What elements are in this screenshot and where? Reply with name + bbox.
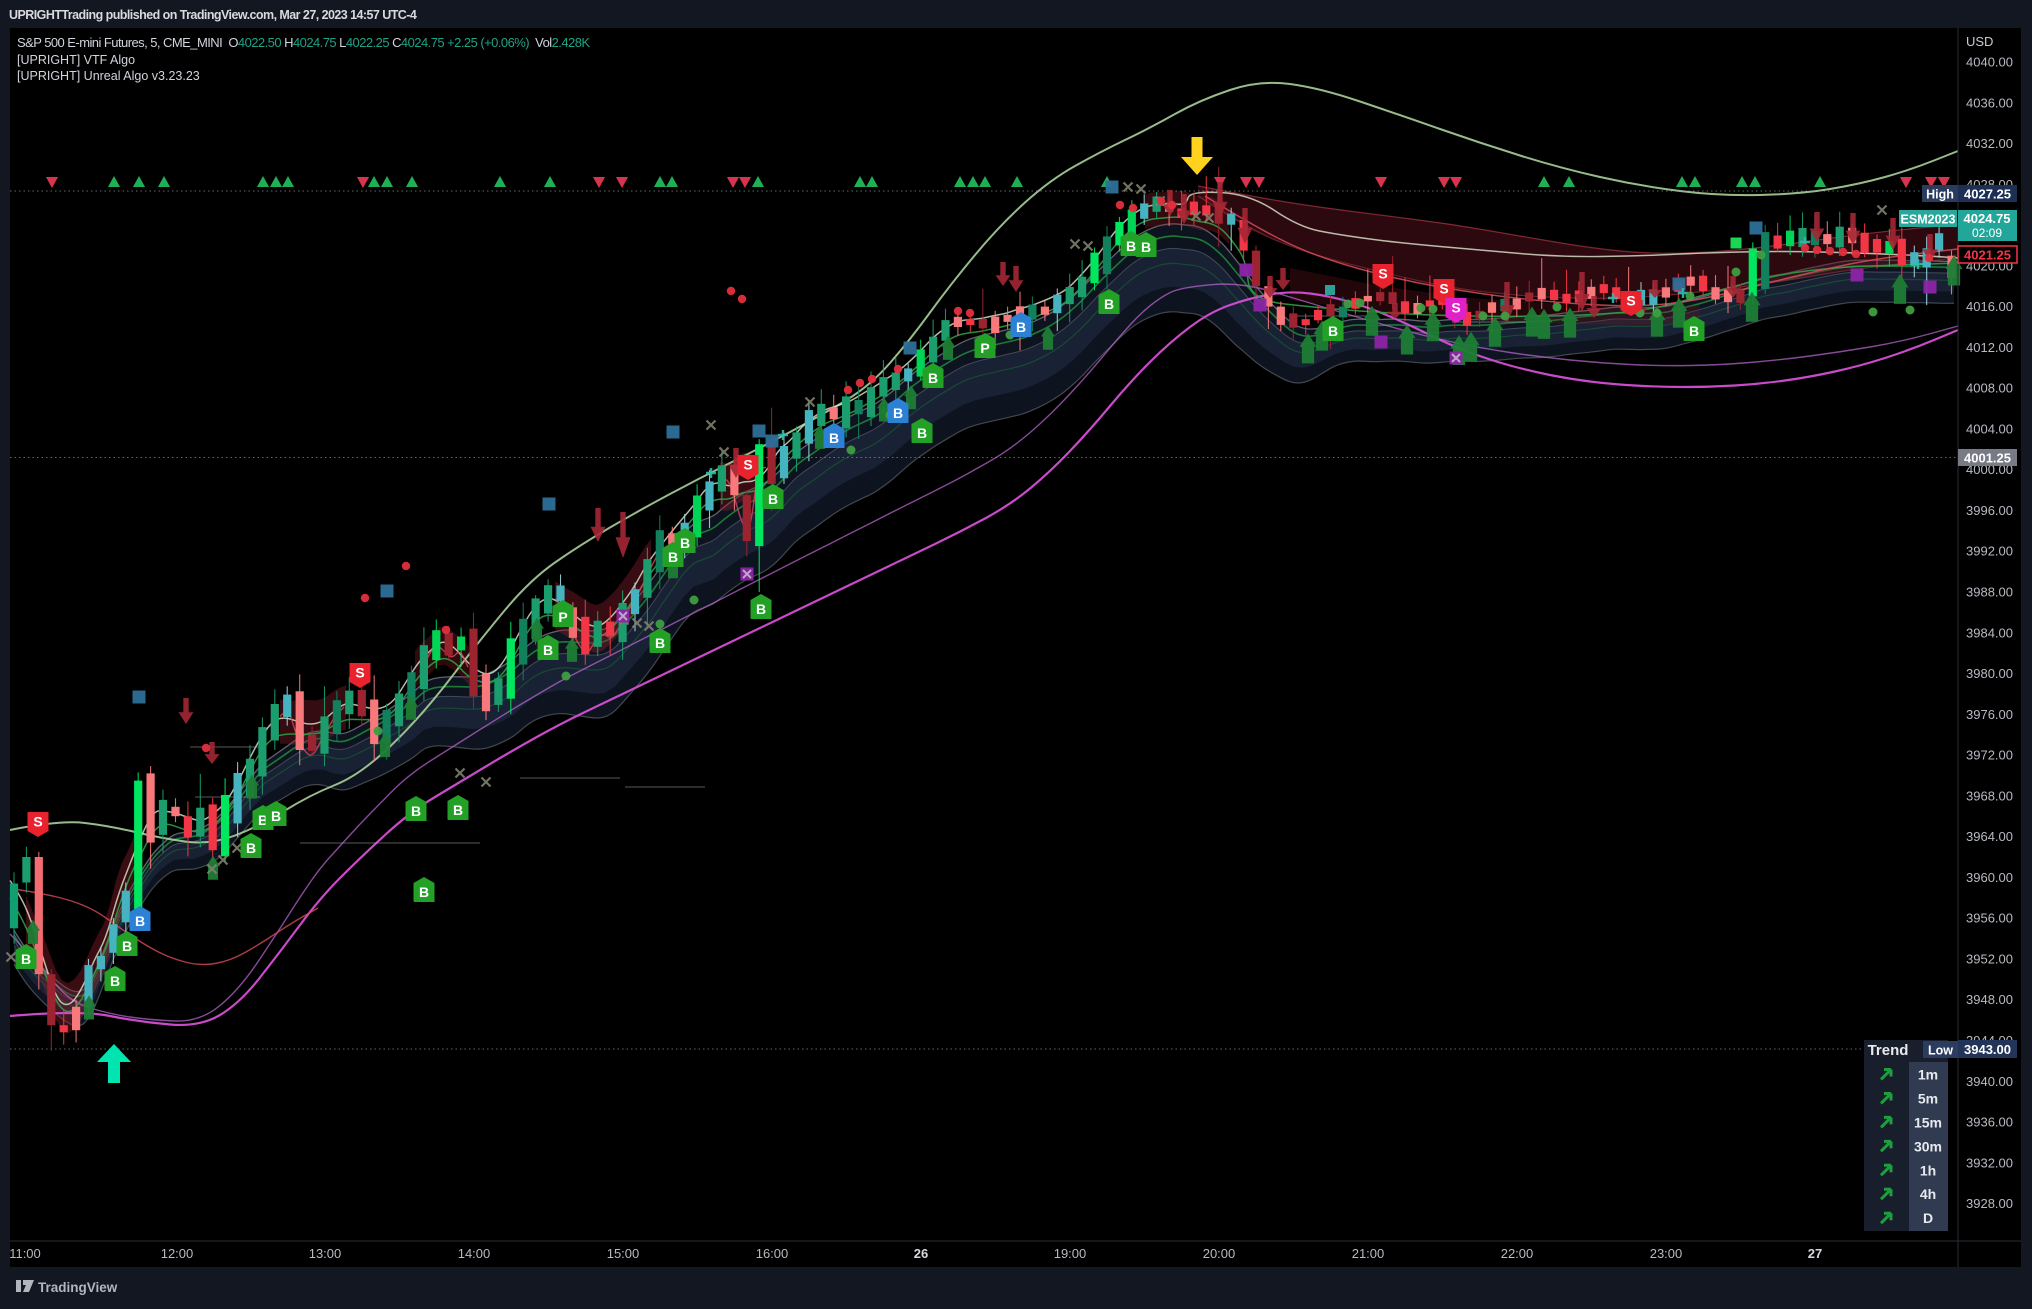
svg-text:3976.00: 3976.00 — [1966, 707, 2013, 722]
svg-text:B: B — [1689, 323, 1699, 339]
svg-text:P: P — [558, 609, 567, 625]
svg-text:TradingView: TradingView — [38, 1280, 118, 1295]
svg-text:B: B — [21, 951, 31, 967]
svg-text:B: B — [1104, 296, 1114, 312]
svg-text:3940.00: 3940.00 — [1966, 1074, 2013, 1089]
svg-text:USD: USD — [1966, 34, 1993, 49]
svg-text:ESM2023: ESM2023 — [1901, 213, 1956, 227]
svg-text:B: B — [655, 635, 665, 651]
svg-text:3952.00: 3952.00 — [1966, 951, 2013, 966]
svg-text:S: S — [355, 665, 364, 681]
svg-text:3943.00: 3943.00 — [1964, 1042, 2011, 1057]
svg-text:P: P — [980, 340, 989, 356]
svg-text:4040.00: 4040.00 — [1966, 55, 2013, 70]
svg-text:1m: 1m — [1918, 1067, 1938, 1083]
svg-text:B: B — [1328, 323, 1338, 339]
svg-text:Low: Low — [1928, 1044, 1953, 1058]
svg-text:B: B — [135, 913, 145, 929]
svg-text:B: B — [756, 601, 766, 617]
svg-text:4008.00: 4008.00 — [1966, 381, 2013, 396]
svg-text:4036.00: 4036.00 — [1966, 95, 2013, 110]
svg-text:S: S — [33, 814, 42, 830]
svg-text:02:09: 02:09 — [1972, 226, 2002, 240]
svg-text:3928.00: 3928.00 — [1966, 1196, 2013, 1211]
svg-text:3984.00: 3984.00 — [1966, 625, 2013, 640]
svg-text:B: B — [122, 938, 132, 954]
svg-text:5m: 5m — [1918, 1091, 1938, 1107]
svg-text:4h: 4h — [1920, 1186, 1936, 1202]
svg-text:20:00: 20:00 — [1203, 1246, 1236, 1261]
svg-text:19:00: 19:00 — [1054, 1246, 1087, 1261]
svg-text:1h: 1h — [1920, 1162, 1936, 1178]
svg-text:3936.00: 3936.00 — [1966, 1115, 2013, 1130]
svg-text:B: B — [928, 370, 938, 386]
svg-text:S: S — [1626, 293, 1635, 309]
svg-text:B: B — [453, 802, 463, 818]
svg-text:B: B — [271, 808, 281, 824]
svg-text:4004.00: 4004.00 — [1966, 421, 2013, 436]
svg-text:4027.25: 4027.25 — [1964, 187, 2011, 202]
svg-text:B: B — [1141, 239, 1151, 255]
svg-text:B: B — [543, 642, 553, 658]
svg-text:UPRIGHTTrading published on Tr: UPRIGHTTrading published on TradingView.… — [9, 8, 417, 22]
svg-text:D: D — [1923, 1210, 1933, 1226]
svg-text:S: S — [1378, 266, 1387, 282]
svg-text:[UPRIGHT] Unreal Algo v3.23.23: [UPRIGHT] Unreal Algo v3.23.23 — [17, 69, 200, 83]
svg-text:3988.00: 3988.00 — [1966, 585, 2013, 600]
svg-text:B: B — [768, 491, 778, 507]
svg-text:12:00: 12:00 — [161, 1246, 194, 1261]
svg-text:B: B — [411, 803, 421, 819]
svg-text:[UPRIGHT] VTF Algo: [UPRIGHT] VTF Algo — [17, 53, 135, 67]
svg-text:3956.00: 3956.00 — [1966, 911, 2013, 926]
svg-text:B: B — [1016, 319, 1026, 335]
svg-text:4012.00: 4012.00 — [1966, 340, 2013, 355]
svg-text:4032.00: 4032.00 — [1966, 136, 2013, 151]
svg-text:3960.00: 3960.00 — [1966, 870, 2013, 885]
svg-text:3968.00: 3968.00 — [1966, 788, 2013, 803]
svg-text:22:00: 22:00 — [1501, 1246, 1534, 1261]
svg-text:4001.25: 4001.25 — [1964, 451, 2011, 466]
svg-text:High: High — [1926, 188, 1954, 202]
svg-text:S&P 500 E-mini Futures, 5, CME: S&P 500 E-mini Futures, 5, CME_MINI O402… — [17, 35, 590, 50]
svg-text:3996.00: 3996.00 — [1966, 503, 2013, 518]
svg-text:S: S — [743, 457, 752, 473]
svg-text:4016.00: 4016.00 — [1966, 299, 2013, 314]
svg-text:21:00: 21:00 — [1352, 1246, 1385, 1261]
svg-text:B: B — [680, 535, 690, 551]
svg-text:3948.00: 3948.00 — [1966, 992, 2013, 1007]
svg-text:3992.00: 3992.00 — [1966, 544, 2013, 559]
svg-text:16:00: 16:00 — [756, 1246, 789, 1261]
svg-text:3964.00: 3964.00 — [1966, 829, 2013, 844]
svg-text:B: B — [1126, 238, 1136, 254]
svg-text:B: B — [110, 973, 120, 989]
svg-text:15:00: 15:00 — [607, 1246, 640, 1261]
svg-text:3972.00: 3972.00 — [1966, 748, 2013, 763]
svg-text:15m: 15m — [1914, 1114, 1942, 1130]
svg-text:26: 26 — [914, 1246, 928, 1261]
svg-text:27: 27 — [1808, 1246, 1822, 1261]
svg-text:14:00: 14:00 — [458, 1246, 491, 1261]
svg-text:4021.25: 4021.25 — [1964, 248, 2011, 263]
svg-text:11:00: 11:00 — [9, 1246, 41, 1261]
svg-text:4024.75: 4024.75 — [1964, 211, 2011, 226]
svg-text:30m: 30m — [1914, 1138, 1942, 1154]
svg-text:B: B — [829, 430, 839, 446]
svg-text:23:00: 23:00 — [1650, 1246, 1683, 1261]
svg-text:3980.00: 3980.00 — [1966, 666, 2013, 681]
svg-text:B: B — [419, 884, 429, 900]
svg-text:3932.00: 3932.00 — [1966, 1155, 2013, 1170]
svg-text:S: S — [1451, 300, 1460, 316]
svg-text:13:00: 13:00 — [309, 1246, 342, 1261]
svg-text:B: B — [893, 405, 903, 421]
svg-text:B: B — [246, 840, 256, 856]
svg-text:B: B — [917, 425, 927, 441]
svg-text:Trend: Trend — [1868, 1042, 1909, 1059]
svg-text:S: S — [1439, 281, 1448, 297]
